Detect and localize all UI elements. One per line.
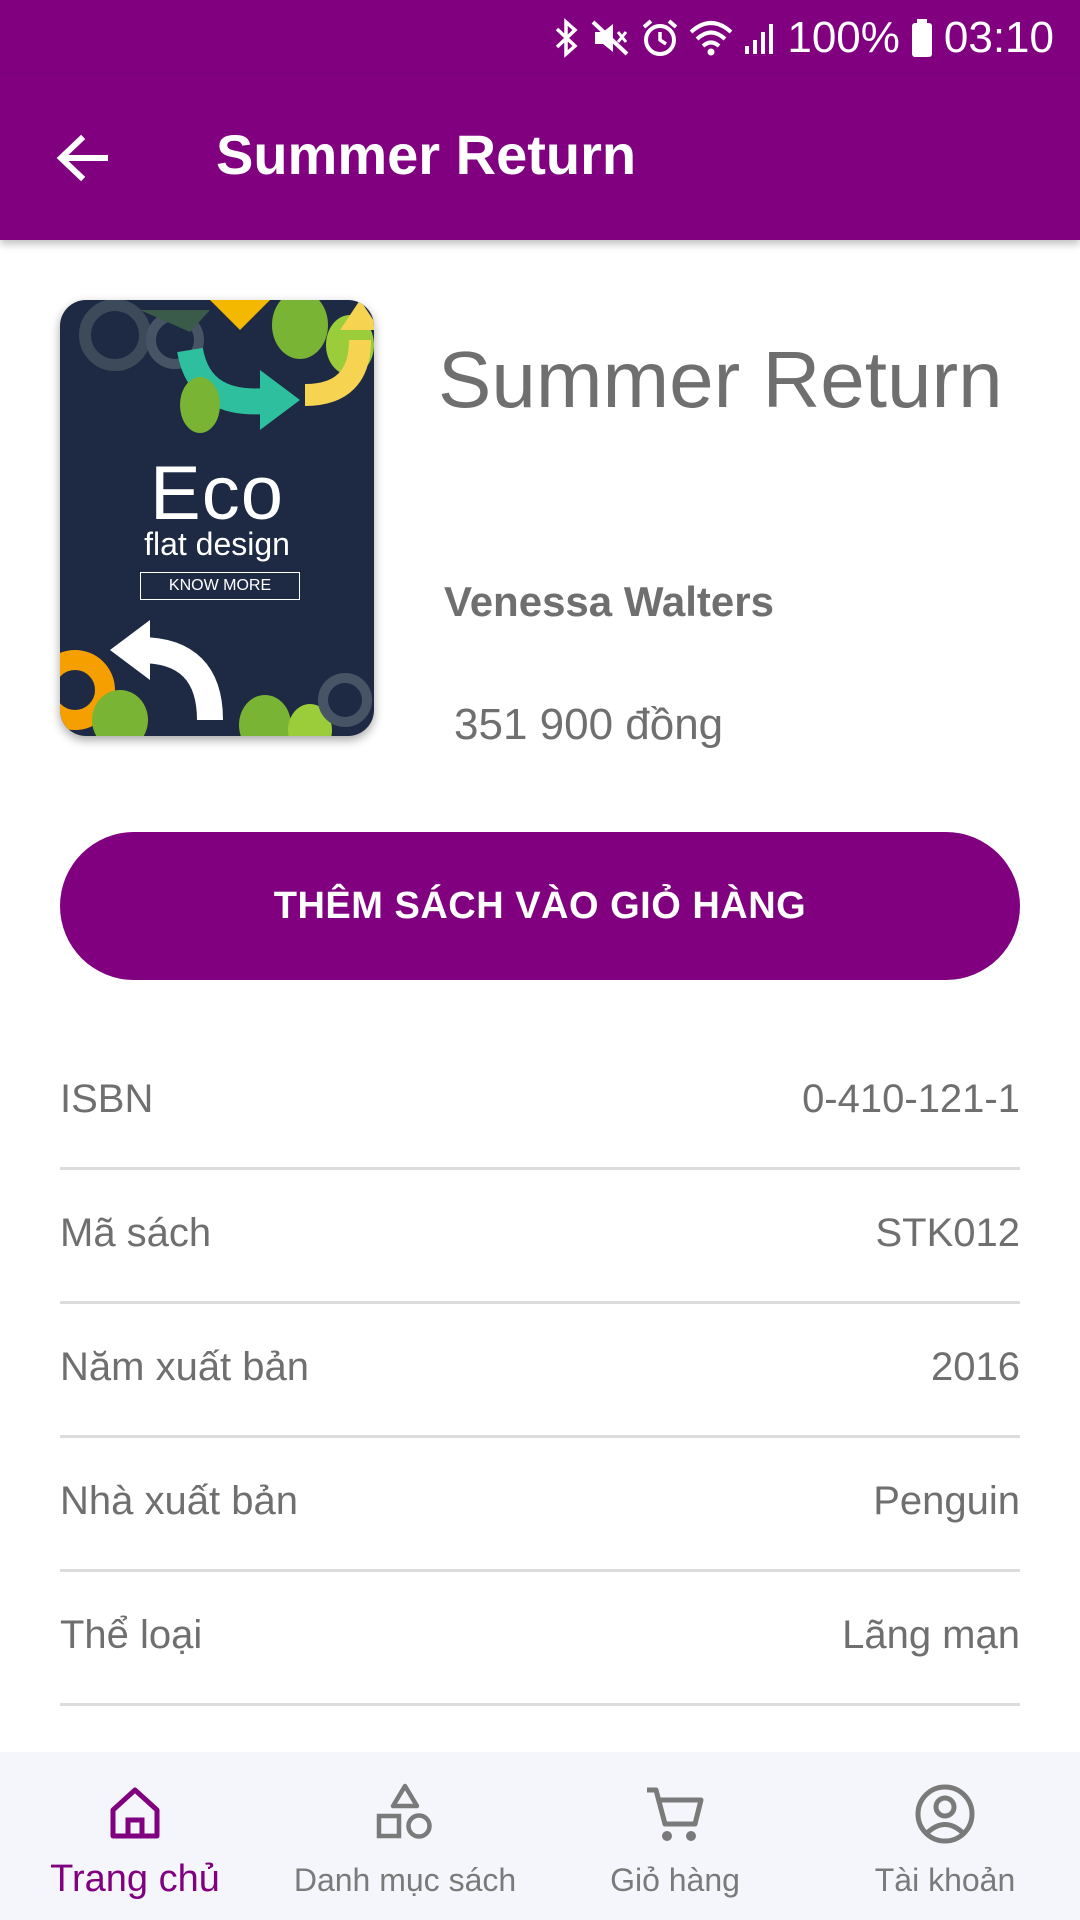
nav-categories[interactable]: Danh mục sách: [270, 1752, 540, 1920]
mute-icon: [591, 18, 631, 58]
detail-value: 2016: [931, 1345, 1020, 1389]
nav-cart[interactable]: Giỏ hàng: [540, 1752, 810, 1920]
app-bar: Summer Return: [0, 76, 1080, 240]
detail-value: 0-410-121-1: [802, 1077, 1020, 1121]
add-to-cart-button[interactable]: THÊM SÁCH VÀO GIỎ HÀNG: [60, 832, 1020, 980]
alarm-icon: [641, 18, 679, 58]
nav-account[interactable]: Tài khoản: [810, 1752, 1080, 1920]
detail-value: Penguin: [873, 1479, 1020, 1523]
status-time: 03:10: [943, 13, 1054, 62]
home-icon: [0, 1782, 270, 1852]
nav-label: Giỏ hàng: [610, 1862, 740, 1898]
detail-row-genre: Thể loại Lãng mạn: [60, 1572, 1020, 1706]
nav-label: Trang chủ: [50, 1858, 220, 1900]
detail-row-publish-year: Năm xuất bản 2016: [60, 1304, 1020, 1438]
detail-value: STK012: [875, 1211, 1020, 1255]
bluetooth-icon: [553, 18, 581, 58]
shapes-icon: [270, 1782, 540, 1852]
battery-percent: 100%: [787, 13, 900, 62]
detail-row-isbn: ISBN 0-410-121-1: [60, 1036, 1020, 1170]
detail-label: ISBN: [60, 1077, 154, 1121]
account-icon: [810, 1782, 1080, 1852]
detail-label: Mã sách: [60, 1211, 212, 1255]
book-title: Summer Return: [438, 335, 1003, 424]
detail-label: Năm xuất bản: [60, 1345, 310, 1389]
cart-icon: [540, 1782, 810, 1852]
book-author: Venessa Walters: [444, 578, 774, 625]
book-details: ISBN 0-410-121-1 Mã sách STK012 Năm xuất…: [60, 1036, 1020, 1706]
nav-label: Tài khoản: [874, 1862, 1016, 1898]
book-cover: Eco flat design KNOW MORE: [60, 300, 374, 736]
nav-home[interactable]: Trang chủ: [0, 1752, 270, 1920]
signal-icon: [743, 18, 777, 58]
detail-label: Nhà xuất bản: [60, 1479, 298, 1523]
cover-know-more: KNOW MORE: [140, 572, 300, 600]
cover-subtitle: flat design: [144, 526, 290, 562]
detail-label: Thể loại: [60, 1613, 203, 1657]
nav-label: Danh mục sách: [293, 1862, 517, 1898]
wifi-icon: [689, 18, 733, 58]
detail-row-publisher: Nhà xuất bản Penguin: [60, 1438, 1020, 1572]
back-button[interactable]: [40, 118, 124, 202]
bottom-navigation: Trang chủ Danh mục sách Giỏ hàng Tài kho…: [0, 1752, 1080, 1920]
book-price: 351 900 đồng: [454, 700, 724, 749]
battery-icon: [910, 17, 934, 59]
page-title: Summer Return: [216, 123, 637, 186]
status-icons: 100% 03:10: [553, 8, 1054, 68]
cover-title: Eco: [150, 451, 284, 536]
arrow-left-icon: [55, 134, 109, 187]
status-bar: 100% 03:10: [0, 0, 1080, 76]
detail-row-book-code: Mã sách STK012: [60, 1170, 1020, 1304]
detail-value: Lãng mạn: [842, 1613, 1020, 1657]
